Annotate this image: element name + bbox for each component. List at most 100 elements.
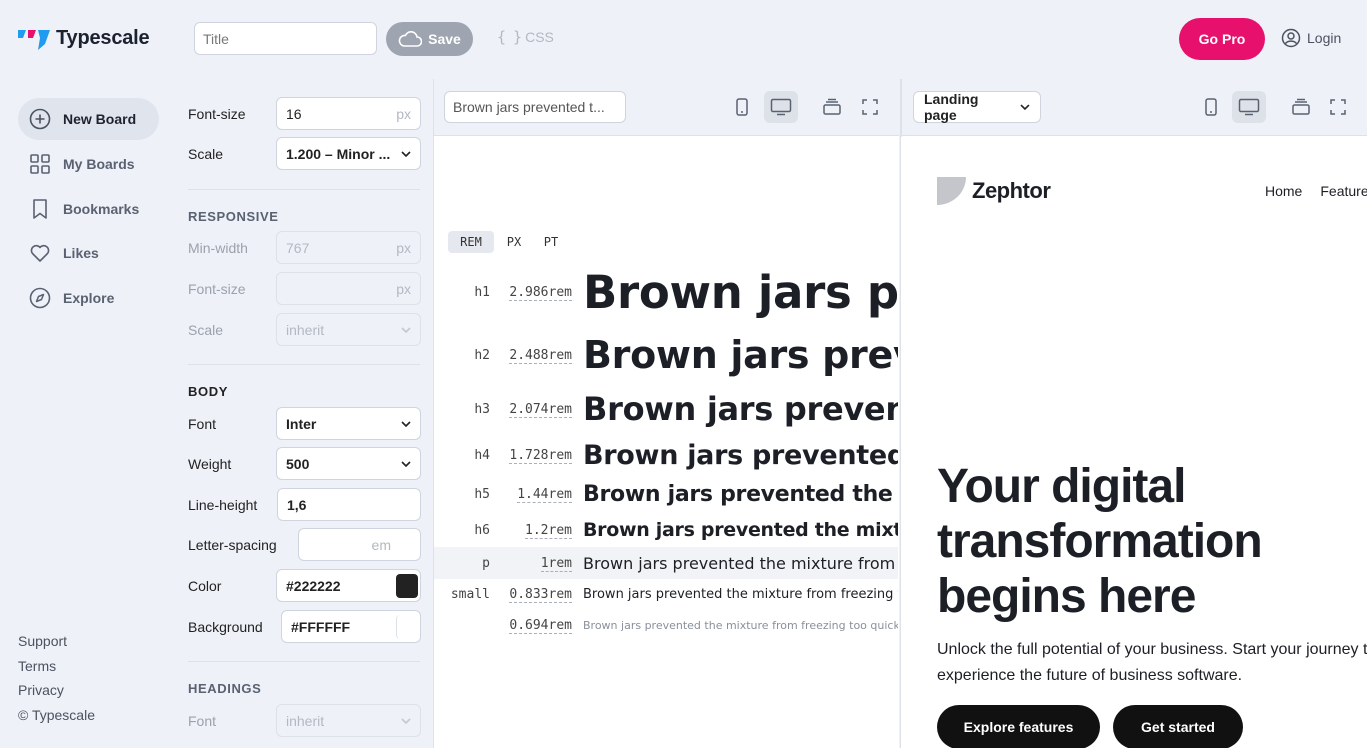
nav-explore[interactable]: Explore [18,277,159,319]
layers-icon [1292,98,1310,115]
template-select[interactable]: Landing page [913,91,1041,123]
fullscreen-button[interactable] [1321,91,1355,123]
nav-label: My Boards [63,156,135,172]
mobile-view-button[interactable] [1194,91,1228,123]
unit-tab-px[interactable]: PX [498,231,530,253]
min-width-input[interactable]: 767 px [276,231,421,264]
headings-font-label: Font [188,713,217,729]
desktop-icon [1238,98,1260,116]
landing-nav-features[interactable]: Features [1320,183,1367,199]
scale-row-h5[interactable]: h5 1.44rem Brown jars prevented the mixt… [434,478,898,510]
nav-bookmarks[interactable]: Bookmarks [18,188,159,230]
body-title: BODY [188,384,228,399]
scale-size: 2.488rem [509,347,572,364]
hero-subtitle: Unlock the full potential of your busine… [937,641,1367,684]
stack-view-button[interactable] [815,91,849,123]
responsive-font-size-label: Font-size [188,281,246,297]
scale-row-h1[interactable]: h1 2.986rem Brown jars prevented the mix… [434,264,898,320]
divider [188,661,420,662]
scale-tag: small [450,586,490,602]
line-height-input[interactable]: 1,6 [277,488,421,521]
font-size-value: 16 [286,105,302,122]
body-font-label: Font [188,416,217,432]
landing-nav-home[interactable]: Home [1265,183,1302,199]
login-button[interactable]: Login [1281,28,1341,48]
css-button[interactable]: { } CSS [497,28,554,46]
landing-nav: Home Features [1265,183,1367,199]
landing-brand[interactable]: Zephtor [937,177,1051,205]
scale-row-small[interactable]: small 0.833rem Brown jars prevented the … [434,580,898,608]
chevron-down-icon [401,460,411,467]
scale-row-h3[interactable]: h3 2.074rem Brown jars prevented the mix… [434,388,898,430]
desktop-view-button[interactable] [1232,91,1266,123]
line-height-value: 1,6 [287,496,307,513]
background-label: Background [188,619,263,635]
headings-font-select[interactable]: inherit [276,704,421,737]
mobile-view-button[interactable] [725,91,759,123]
nav-label: Explore [63,290,115,306]
nav-likes[interactable]: Likes [18,232,159,274]
nav-label: Likes [63,245,99,261]
braces-icon: { } [497,28,522,46]
scale-sample: Brown jars prevented the mixture from fr… [583,390,898,428]
body-font-select[interactable]: Inter [276,407,421,440]
hero-title: Your digital transformation begins here [937,460,1263,623]
unit-tab-pt[interactable]: PT [534,231,568,253]
scale-label: Scale [188,146,224,162]
scale-sample: Brown jars prevented the mixture from fr… [583,333,898,377]
nav-my-boards[interactable]: My Boards [18,143,159,185]
desktop-view-button[interactable] [764,91,798,123]
background-swatch[interactable] [396,614,418,639]
background-input[interactable]: #FFFFFF [281,610,421,643]
sample-text-input[interactable]: Brown jars prevented t... [444,91,626,123]
scale-select[interactable]: 1.200 – Minor ... [276,137,421,170]
em-unit: em [371,536,391,553]
save-label: Save [428,31,461,47]
stack-view-button[interactable] [1284,91,1318,123]
app-logo[interactable]: Typescale [18,27,150,50]
go-pro-button[interactable]: Go Pro [1179,18,1265,60]
weight-select[interactable]: 500 [276,447,421,480]
scale-tag: h1 [474,284,490,300]
scale-row-p[interactable]: p 1rem Brown jars prevented the mixture … [434,547,898,579]
board-title-input[interactable] [194,22,377,55]
scale-sample: Brown jars prevented the mixture from fr… [583,586,898,602]
min-width-label: Min-width [188,240,248,256]
scale-row-h4[interactable]: h4 1.728rem Brown jars prevented the mix… [434,437,898,473]
scale-tag: h6 [474,522,490,538]
layers-icon [823,98,841,115]
mobile-icon [736,98,748,116]
save-button[interactable]: Save [386,22,473,56]
terms-link[interactable]: Terms [18,658,56,674]
compass-icon [29,287,51,309]
type-scale-list: h1 2.986rem Brown jars prevented the mix… [434,260,898,640]
heart-icon [30,244,50,262]
letter-spacing-input[interactable]: em [298,528,421,561]
scale-sample: Brown jars prevented the mixture from fr… [583,481,898,507]
letter-spacing-label: Letter-spacing [188,537,277,553]
responsive-scale-select[interactable]: inherit [276,313,421,346]
font-size-input[interactable]: 16 px [276,97,421,130]
explore-features-button[interactable]: Explore features [937,705,1100,748]
responsive-scale-value: inherit [286,321,325,338]
support-link[interactable]: Support [18,633,67,649]
scale-sample: Brown jars prevented the mixture from fr… [583,439,898,471]
scale-row-h6[interactable]: h6 1.2rem Brown jars prevented the mixtu… [434,515,898,545]
scale-size: 1.44rem [517,486,572,503]
responsive-font-size-input[interactable]: px [276,272,421,305]
px-unit: px [396,280,411,297]
color-input[interactable]: #222222 [276,569,421,602]
scale-row-h2[interactable]: h2 2.488rem Brown jars prevented the mix… [434,332,898,378]
color-label: Color [188,578,222,594]
expand-icon [862,99,878,115]
get-started-button[interactable]: Get started [1113,705,1243,748]
plus-circle-icon [29,108,51,130]
nav-new-board[interactable]: New Board [18,98,159,140]
scale-row-xs[interactable]: 0.694rem Brown jars prevented the mixtur… [434,612,898,638]
privacy-link[interactable]: Privacy [18,682,64,698]
nav-label: New Board [63,111,137,127]
unit-tab-rem[interactable]: REM [448,231,494,253]
color-swatch[interactable] [396,573,418,598]
desktop-icon [770,98,792,116]
fullscreen-button[interactable] [853,91,887,123]
